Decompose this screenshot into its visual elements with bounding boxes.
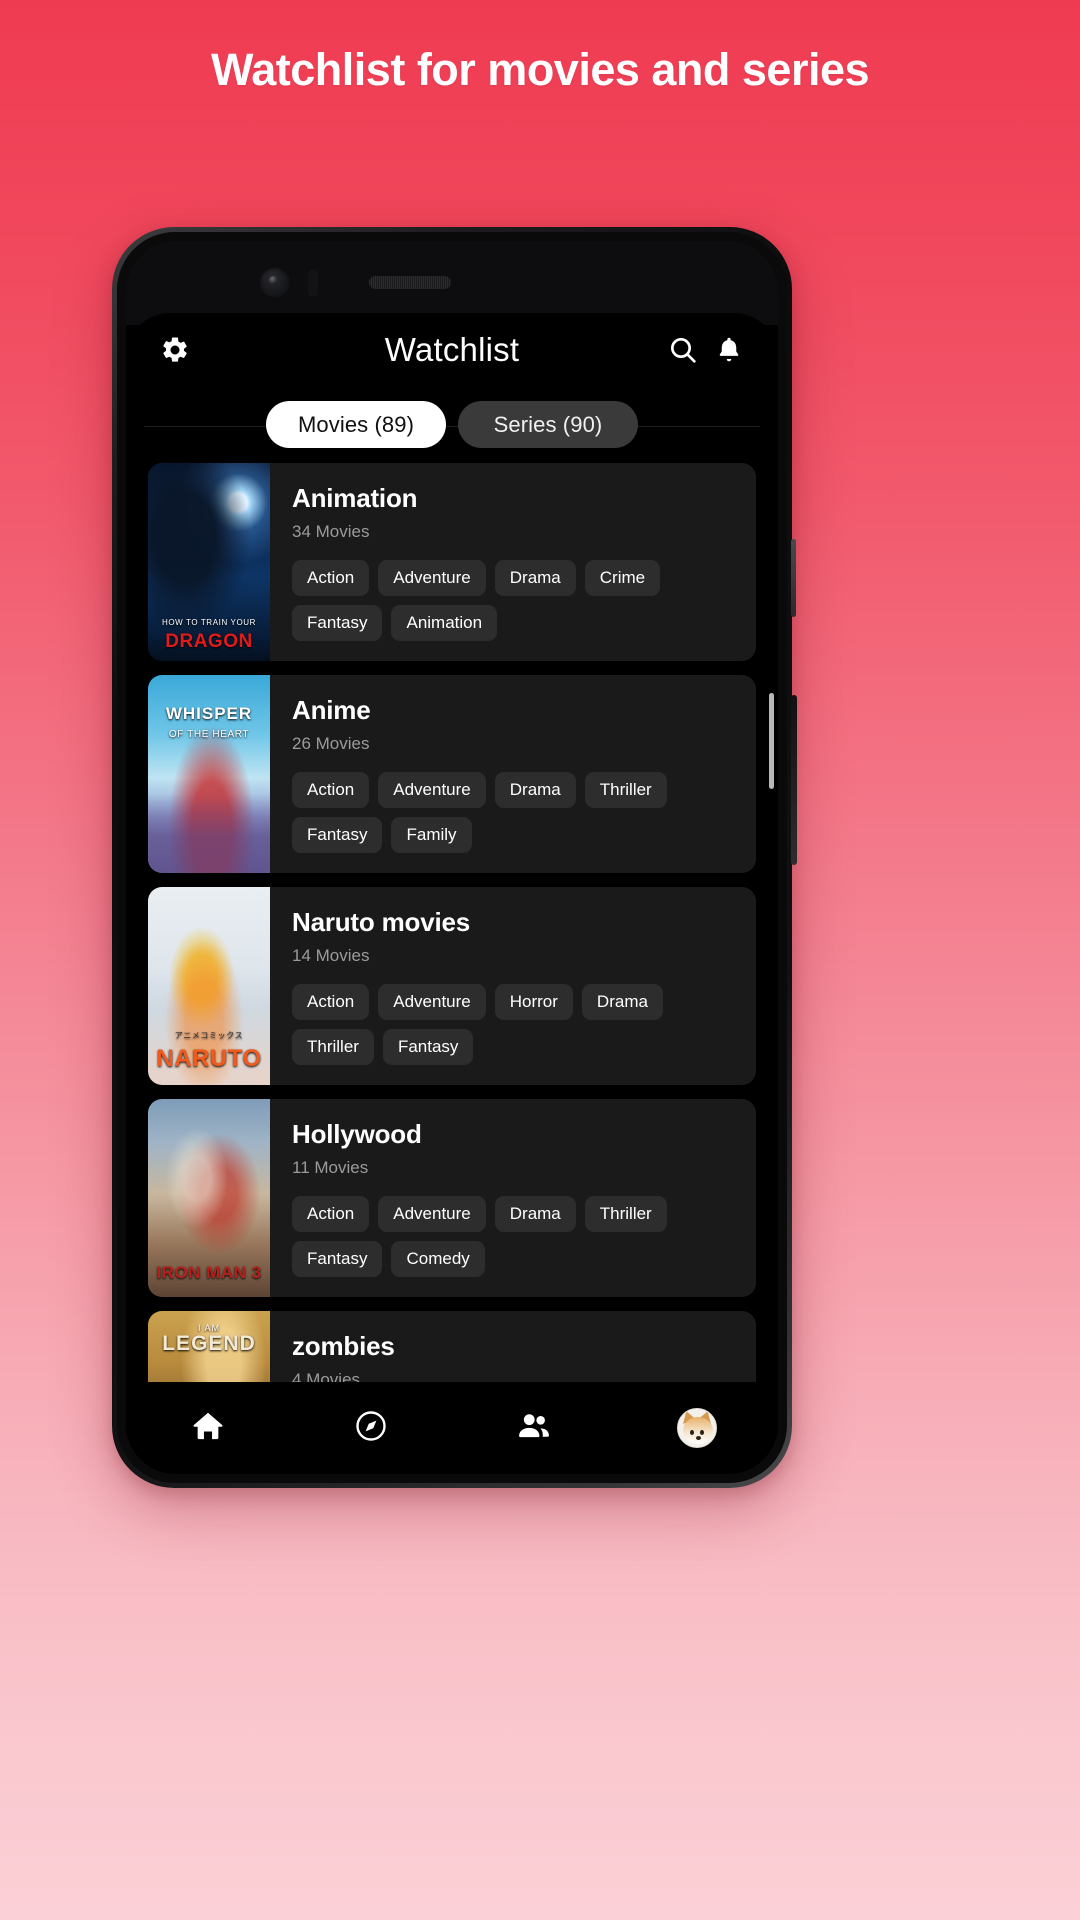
nav-home[interactable] — [126, 1408, 289, 1449]
genre-chip[interactable]: Family — [391, 817, 472, 853]
genre-chip[interactable]: Action — [292, 984, 370, 1020]
home-icon — [190, 1408, 226, 1449]
genre-chip[interactable]: Adventure — [378, 560, 486, 596]
card-count: 11 Movies — [292, 1158, 369, 1177]
genre-chip[interactable]: Fantasy — [292, 605, 383, 641]
avatar-eye-left — [689, 1430, 694, 1435]
poster-title: DRAGON — [165, 631, 253, 652]
genre-chip[interactable]: Adventure — [378, 984, 486, 1020]
list-scrollbar[interactable] — [769, 693, 774, 789]
genre-chips: Action Adventure Drama Crime Fantasy Ani… — [292, 560, 738, 641]
genre-chip[interactable]: Thriller — [584, 1196, 667, 1232]
i-am-legend-poster: I AM LEGEND — [148, 1311, 270, 1382]
avatar-eye-right — [699, 1430, 704, 1435]
card-count: 14 Movies — [292, 946, 370, 965]
card-body: zombies 4 Movies Action Adventure Drama — [270, 1311, 756, 1382]
card-title: Naruto movies — [292, 907, 471, 937]
card-title: Anime — [292, 695, 371, 725]
list-item[interactable]: HOW TO TRAIN YOUR DRAGON Animation 34 Mo… — [148, 463, 756, 661]
poster-title: NARUTO — [156, 1045, 262, 1072]
poster-kicker: OF THE HEART — [168, 729, 250, 740]
people-icon — [515, 1407, 553, 1450]
poster-title: WHISPER — [165, 704, 253, 723]
genre-chip[interactable]: Adventure — [378, 1196, 486, 1232]
bell-icon — [714, 335, 744, 365]
card-body: Animation 34 Movies Action Adventure Dra… — [270, 463, 756, 661]
nav-community[interactable] — [452, 1407, 615, 1450]
nav-explore[interactable] — [289, 1408, 452, 1449]
genre-chip[interactable]: Drama — [581, 984, 663, 1020]
whisper-of-the-heart-poster: WHISPER OF THE HEART — [148, 675, 270, 873]
card-title: Animation — [292, 483, 418, 513]
promo-headline: Watchlist for movies and series — [210, 44, 870, 95]
card-body: Naruto movies 14 Movies Action Adventure… — [270, 887, 756, 1085]
nav-profile[interactable] — [615, 1408, 778, 1448]
genre-chip[interactable]: Drama — [494, 1196, 576, 1232]
list-item[interactable]: I AM LEGEND zombies 4 Movies Action Adve… — [148, 1311, 756, 1382]
naruto-poster: アニメコミックス NARUTO — [148, 887, 270, 1085]
notifications-button[interactable] — [706, 327, 752, 373]
genre-chip[interactable]: Thriller — [292, 1029, 374, 1065]
card-count: 34 Movies — [292, 522, 370, 541]
gear-icon — [160, 335, 190, 365]
avatar-nose — [695, 1436, 701, 1440]
sensor-icon — [308, 269, 318, 297]
bottom-navigation — [126, 1382, 778, 1474]
phone-mockup: Watchlist Movies (89) Series (90) HOW TO… — [112, 227, 797, 1488]
tab-movies[interactable]: Movies (89) — [266, 401, 446, 448]
search-icon — [667, 334, 699, 366]
card-count: 26 Movies — [292, 734, 370, 753]
poster-kicker: アニメコミックス — [174, 1031, 244, 1040]
card-body: Hollywood 11 Movies Action Adventure Dra… — [270, 1099, 756, 1297]
list-item[interactable]: WHISPER OF THE HEART Anime 26 Movies Act… — [148, 675, 756, 873]
tab-series[interactable]: Series (90) — [458, 401, 638, 448]
genre-chip[interactable]: Fantasy — [292, 817, 383, 853]
phone-screen: Watchlist Movies (89) Series (90) HOW TO… — [126, 241, 778, 1474]
card-count: 4 Movies — [292, 1370, 361, 1382]
genre-chip[interactable]: Drama — [494, 772, 576, 808]
earpiece-speaker — [369, 276, 451, 289]
genre-chip[interactable]: Drama — [494, 560, 576, 596]
genre-chip[interactable]: Horror — [494, 984, 573, 1020]
list-item[interactable]: IRON MAN 3 Hollywood 11 Movies Action Ad… — [148, 1099, 756, 1297]
genre-chip[interactable]: Fantasy — [292, 1241, 383, 1277]
poster-title: IRON MAN 3 — [156, 1263, 262, 1282]
avatar-icon — [676, 1408, 717, 1448]
iron-man-3-poster: IRON MAN 3 — [148, 1099, 270, 1297]
compass-icon — [353, 1408, 389, 1449]
genre-chip[interactable]: Fantasy — [382, 1029, 474, 1065]
search-button[interactable] — [660, 327, 706, 373]
phone-volume-button — [791, 539, 796, 617]
poster-title: LEGEND — [162, 1332, 256, 1355]
card-title: Hollywood — [292, 1119, 422, 1149]
app-surface: Watchlist Movies (89) Series (90) HOW TO… — [126, 313, 778, 1474]
genre-chip[interactable]: Thriller — [584, 772, 667, 808]
genre-chip[interactable]: Adventure — [378, 772, 486, 808]
genre-chip[interactable]: Action — [292, 772, 370, 808]
genre-chip[interactable]: Comedy — [391, 1241, 485, 1277]
poster-kicker: HOW TO TRAIN YOUR — [161, 618, 257, 627]
genre-chips: Action Adventure Drama Thriller Fantasy … — [292, 1196, 738, 1277]
front-camera-icon — [259, 267, 291, 299]
phone-power-button — [791, 695, 797, 865]
genre-chips: Action Adventure Horror Drama Thriller F… — [292, 984, 738, 1065]
watchlist-list[interactable]: HOW TO TRAIN YOUR DRAGON Animation 34 Mo… — [126, 463, 778, 1382]
phone-bezel: Watchlist Movies (89) Series (90) HOW TO… — [117, 232, 787, 1483]
genre-chip[interactable]: Action — [292, 1196, 370, 1232]
genre-chip[interactable]: Action — [292, 560, 370, 596]
list-item[interactable]: アニメコミックス NARUTO Naruto movies 14 Movies … — [148, 887, 756, 1085]
settings-button[interactable] — [152, 327, 198, 373]
card-title: zombies — [292, 1331, 395, 1361]
app-bar: Watchlist — [126, 313, 778, 387]
content-type-tabs: Movies (89) Series (90) — [126, 387, 778, 464]
genre-chips: Action Adventure Drama Thriller Fantasy … — [292, 772, 738, 853]
genre-chip[interactable]: Crime — [584, 560, 661, 596]
genre-chip[interactable]: Animation — [391, 605, 498, 641]
how-to-train-your-dragon-poster: HOW TO TRAIN YOUR DRAGON — [148, 463, 270, 661]
card-body: Anime 26 Movies Action Adventure Drama T… — [270, 675, 756, 873]
